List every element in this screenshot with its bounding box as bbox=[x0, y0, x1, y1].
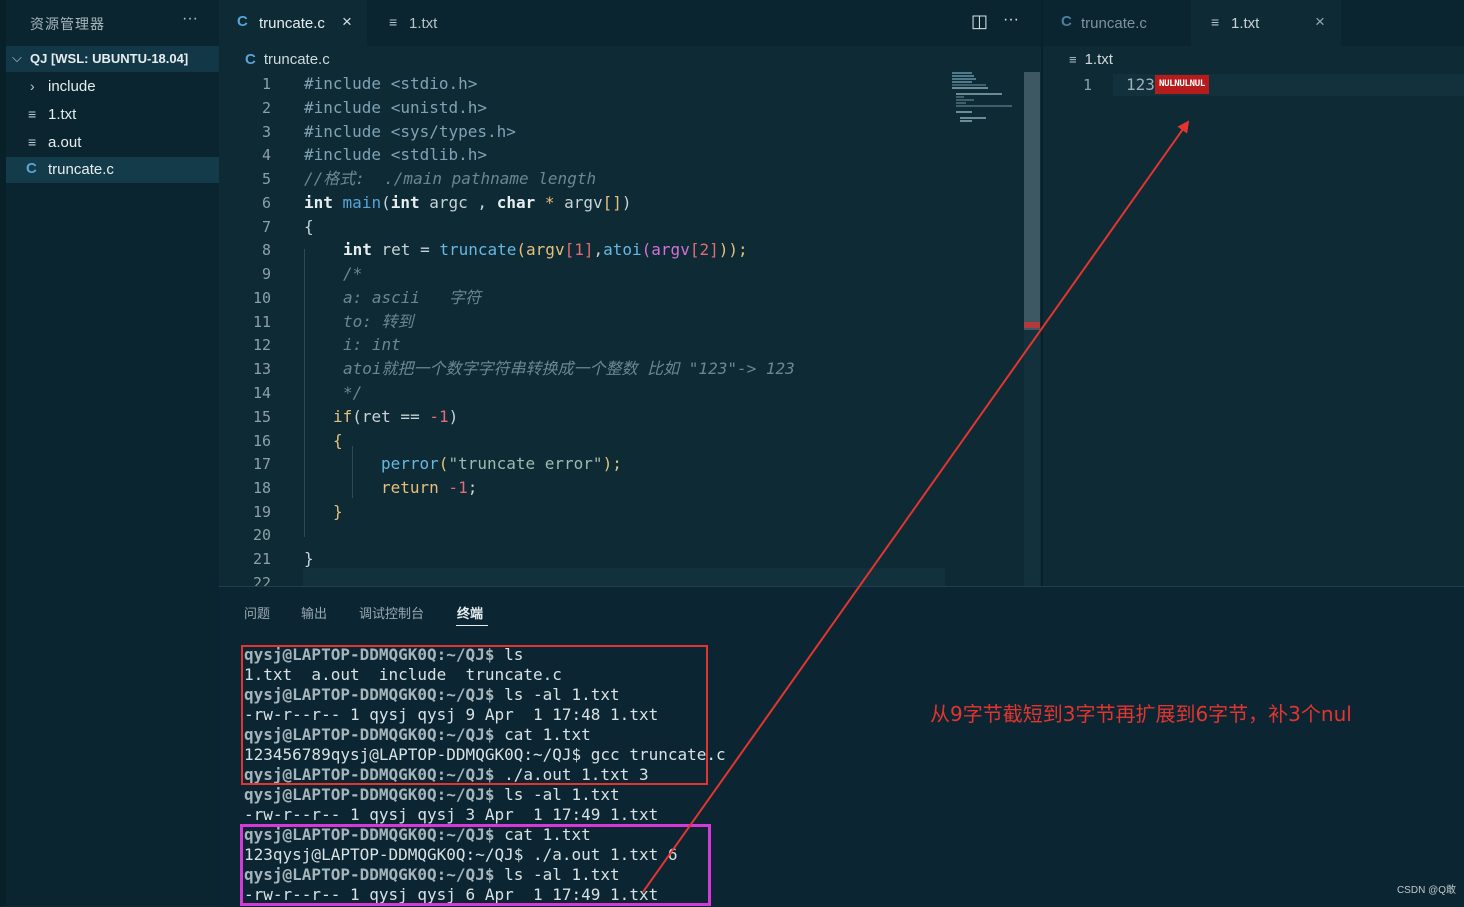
annotation-text: 从9字节截短到3字节再扩展到6字节，补3个nul bbox=[930, 702, 1352, 726]
watermark: CSDN @Q敢 bbox=[1396, 885, 1456, 896]
annotation-arrow bbox=[642, 120, 1190, 893]
